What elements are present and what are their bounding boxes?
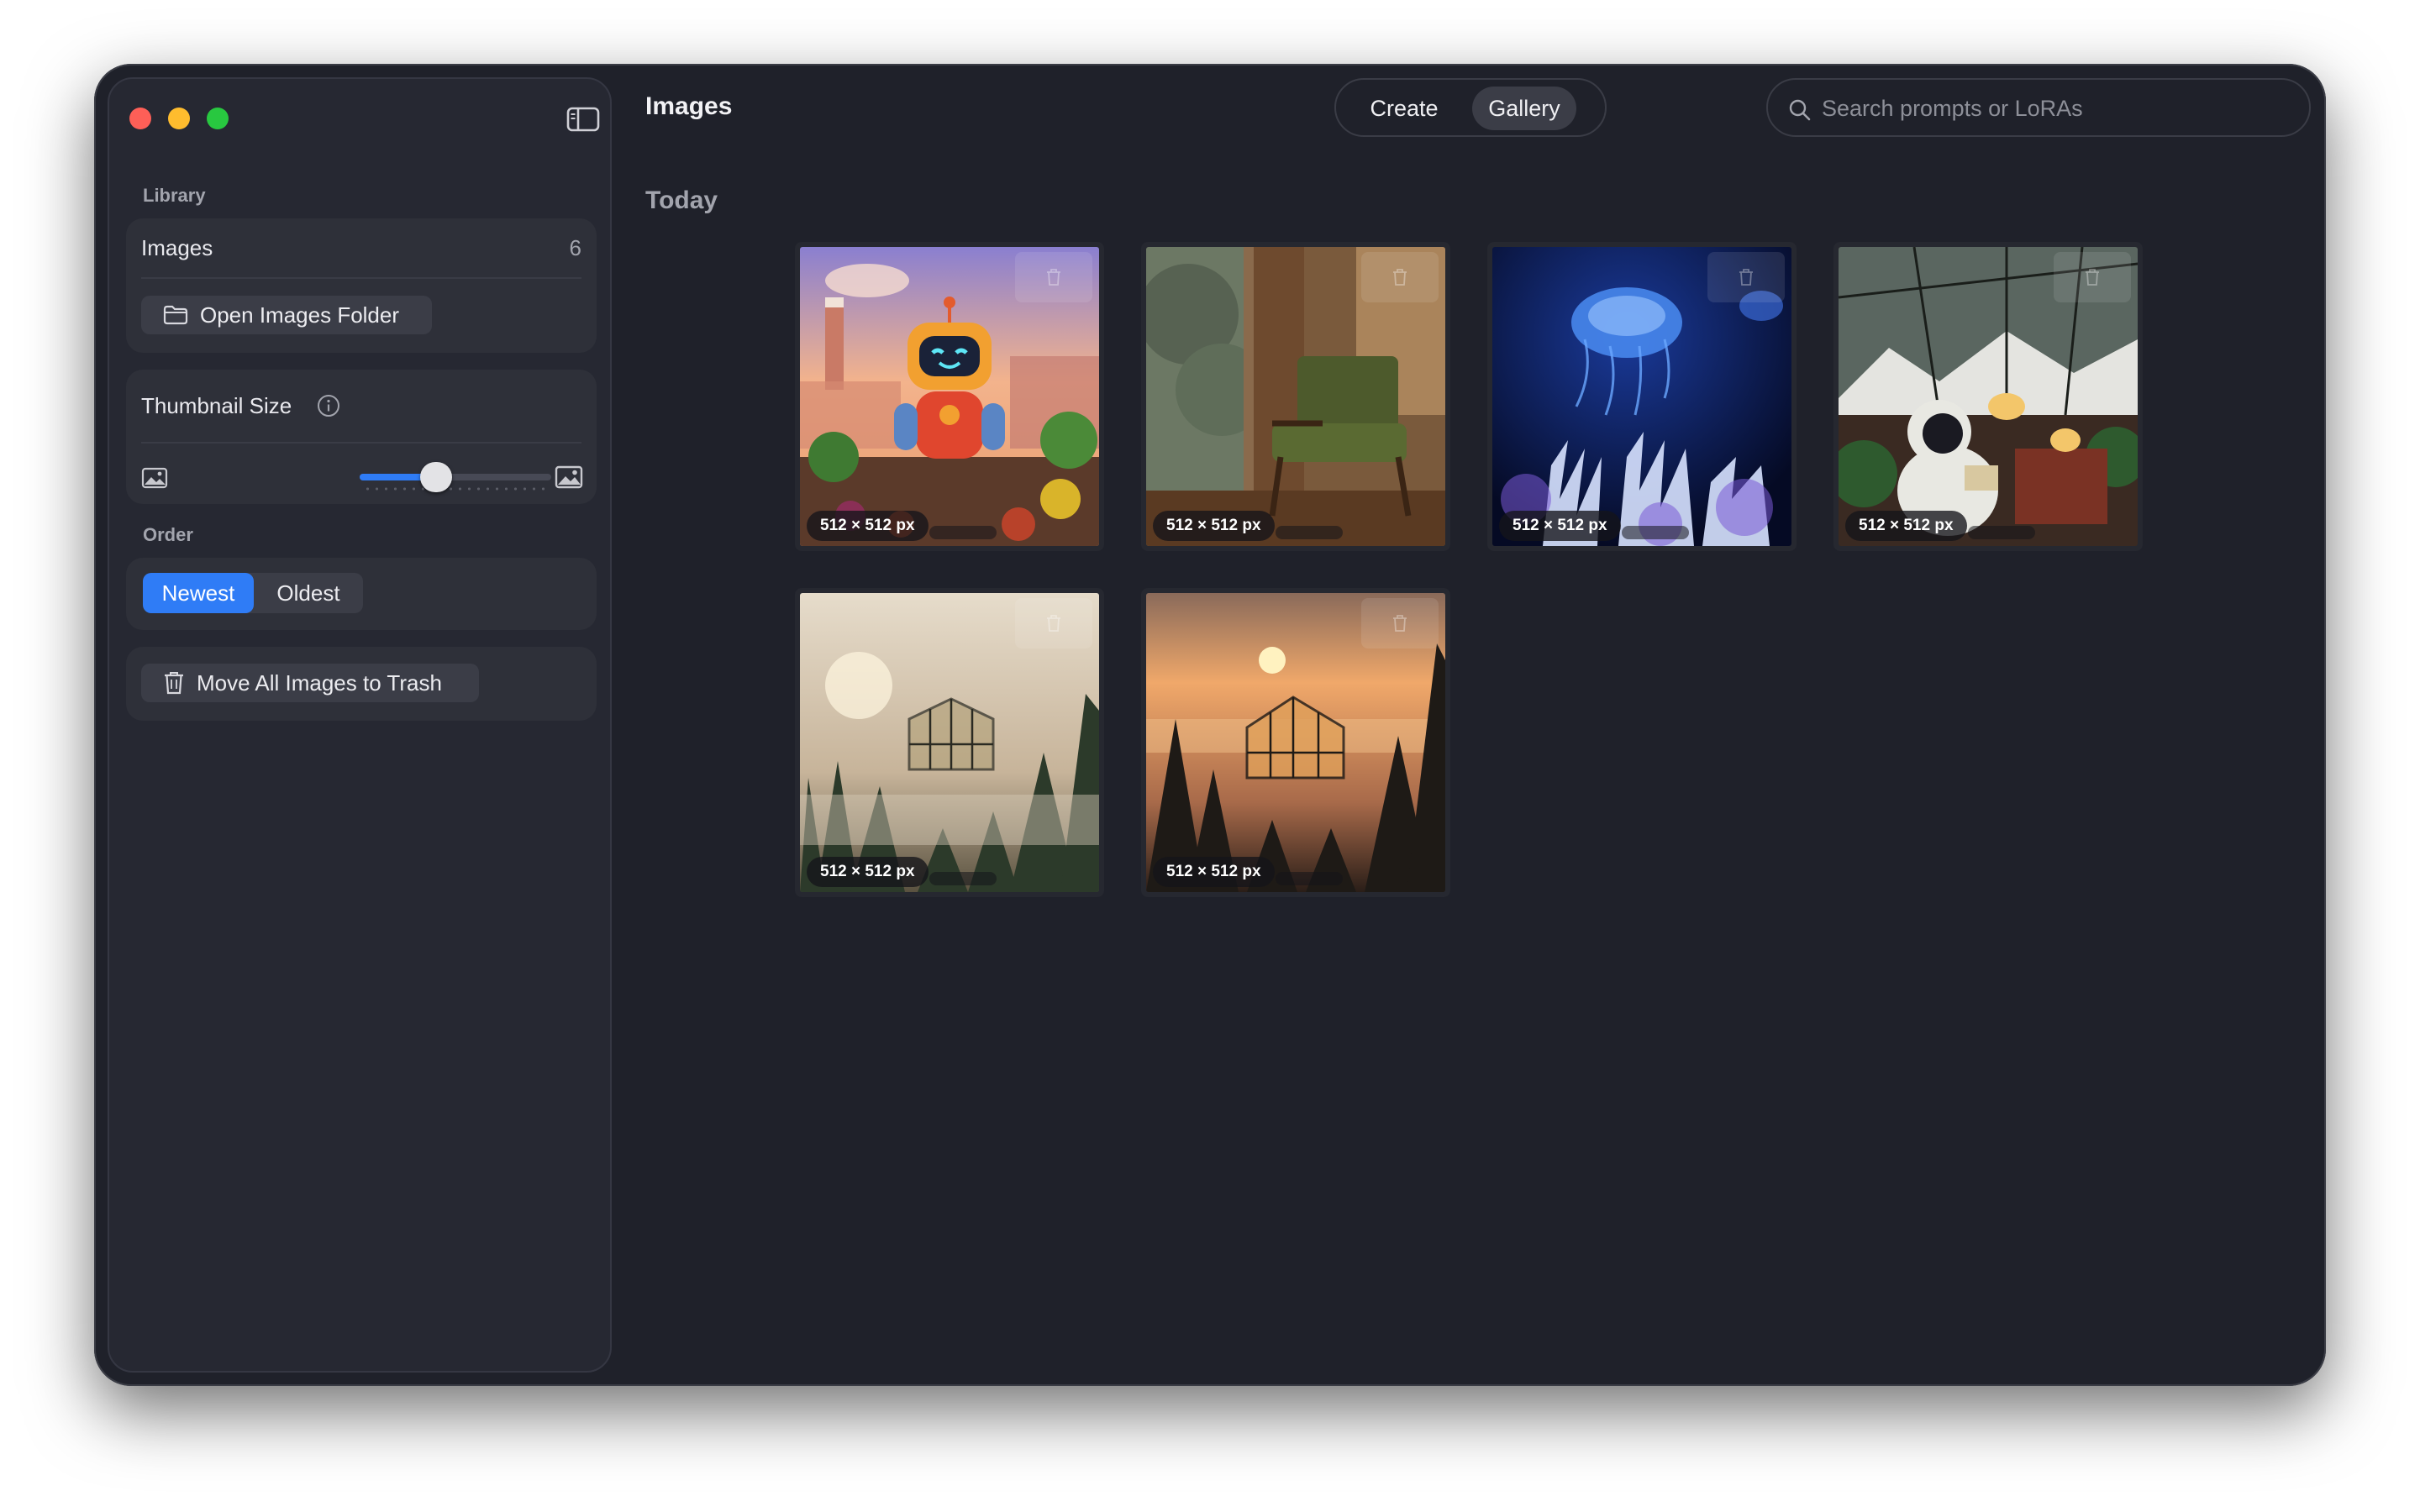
gallery-thumbnail[interactable]: 512 × 512 px	[1141, 588, 1450, 897]
library-section-label: Library	[143, 185, 206, 206]
image-size-badge: 512 × 512 px	[1499, 511, 1621, 541]
search-input[interactable]	[1822, 90, 2292, 127]
slider-knob[interactable]	[420, 462, 453, 492]
thumbnail-size-label: Thumbnail Size	[141, 393, 292, 418]
delete-image-button[interactable]	[1015, 252, 1092, 302]
delete-image-button[interactable]	[1707, 252, 1785, 302]
gallery-section-title: Today	[645, 186, 718, 214]
trash-icon	[1047, 269, 1060, 286]
sidebar: Library Images 6 Open Images Folder Thum…	[108, 77, 612, 1373]
gallery-thumbnail[interactable]: 512 × 512 px	[1141, 242, 1450, 551]
order-oldest-option[interactable]: Oldest	[254, 573, 363, 613]
delete-image-button[interactable]	[1361, 598, 1439, 648]
sidebar-toggle-icon[interactable]	[566, 106, 600, 133]
page-title: Images	[645, 92, 733, 120]
search-icon	[1789, 99, 1811, 121]
delete-image-button[interactable]	[1361, 252, 1439, 302]
delete-image-button[interactable]	[1015, 598, 1092, 648]
trash-icon	[1393, 615, 1407, 632]
image-meta-strip	[1968, 526, 2035, 539]
image-size-badge: 512 × 512 px	[807, 857, 929, 887]
trash-group: Move All Images to Trash	[126, 647, 597, 721]
create-mode-button[interactable]: Create	[1349, 87, 1459, 130]
minimize-window-button[interactable]	[168, 108, 190, 129]
open-images-folder-label: Open Images Folder	[200, 302, 400, 328]
order-newest-option[interactable]: Newest	[143, 573, 254, 613]
library-group: Images 6 Open Images Folder	[126, 218, 597, 353]
image-meta-strip	[929, 872, 997, 885]
gallery-mode-button[interactable]: Gallery	[1472, 87, 1576, 130]
info-icon[interactable]	[316, 393, 341, 418]
slider-ticks	[363, 487, 548, 491]
thumbnail-size-slider[interactable]	[360, 474, 551, 480]
image-size-badge: 512 × 512 px	[1153, 511, 1275, 541]
trash-icon	[1739, 269, 1753, 286]
close-window-button[interactable]	[129, 108, 151, 129]
image-meta-strip	[929, 526, 997, 539]
image-size-badge: 512 × 512 px	[1845, 511, 1967, 541]
gallery-thumbnail[interactable]: 512 × 512 px	[1833, 242, 2143, 551]
delete-image-button[interactable]	[2054, 252, 2131, 302]
image-meta-strip	[1276, 872, 1343, 885]
move-all-to-trash-label: Move All Images to Trash	[197, 669, 442, 696]
gallery-thumbnail[interactable]: 512 × 512 px	[795, 242, 1104, 551]
large-image-icon[interactable]	[555, 465, 583, 489]
trash-icon	[165, 672, 183, 695]
gallery-thumbnail[interactable]: 512 × 512 px	[795, 588, 1104, 897]
divider	[141, 442, 581, 444]
open-images-folder-button[interactable]: Open Images Folder	[141, 296, 432, 334]
folder-icon	[163, 305, 188, 325]
gallery-thumbnail[interactable]: 512 × 512 px	[1487, 242, 1797, 551]
order-segmented-control: Newest Oldest	[143, 573, 363, 613]
order-group: Newest Oldest	[126, 558, 597, 630]
divider	[141, 277, 581, 279]
trash-icon	[1393, 269, 1407, 286]
zoom-window-button[interactable]	[207, 108, 229, 129]
image-size-badge: 512 × 512 px	[1153, 857, 1275, 887]
images-count: 6	[569, 235, 581, 260]
trash-icon	[1047, 615, 1060, 632]
thumbnail-size-group: Thumbnail Size	[126, 370, 597, 504]
small-image-icon[interactable]	[141, 467, 168, 489]
trash-icon	[2086, 269, 2099, 286]
search-field[interactable]	[1766, 78, 2311, 137]
app-window: Library Images 6 Open Images Folder Thum…	[94, 64, 2326, 1386]
images-row-label[interactable]: Images	[141, 235, 213, 261]
order-section-label: Order	[143, 524, 193, 545]
mode-switch: Create Gallery	[1334, 78, 1607, 137]
image-meta-strip	[1622, 526, 1689, 539]
move-all-to-trash-button[interactable]: Move All Images to Trash	[141, 664, 479, 702]
image-size-badge: 512 × 512 px	[807, 511, 929, 541]
image-meta-strip	[1276, 526, 1343, 539]
